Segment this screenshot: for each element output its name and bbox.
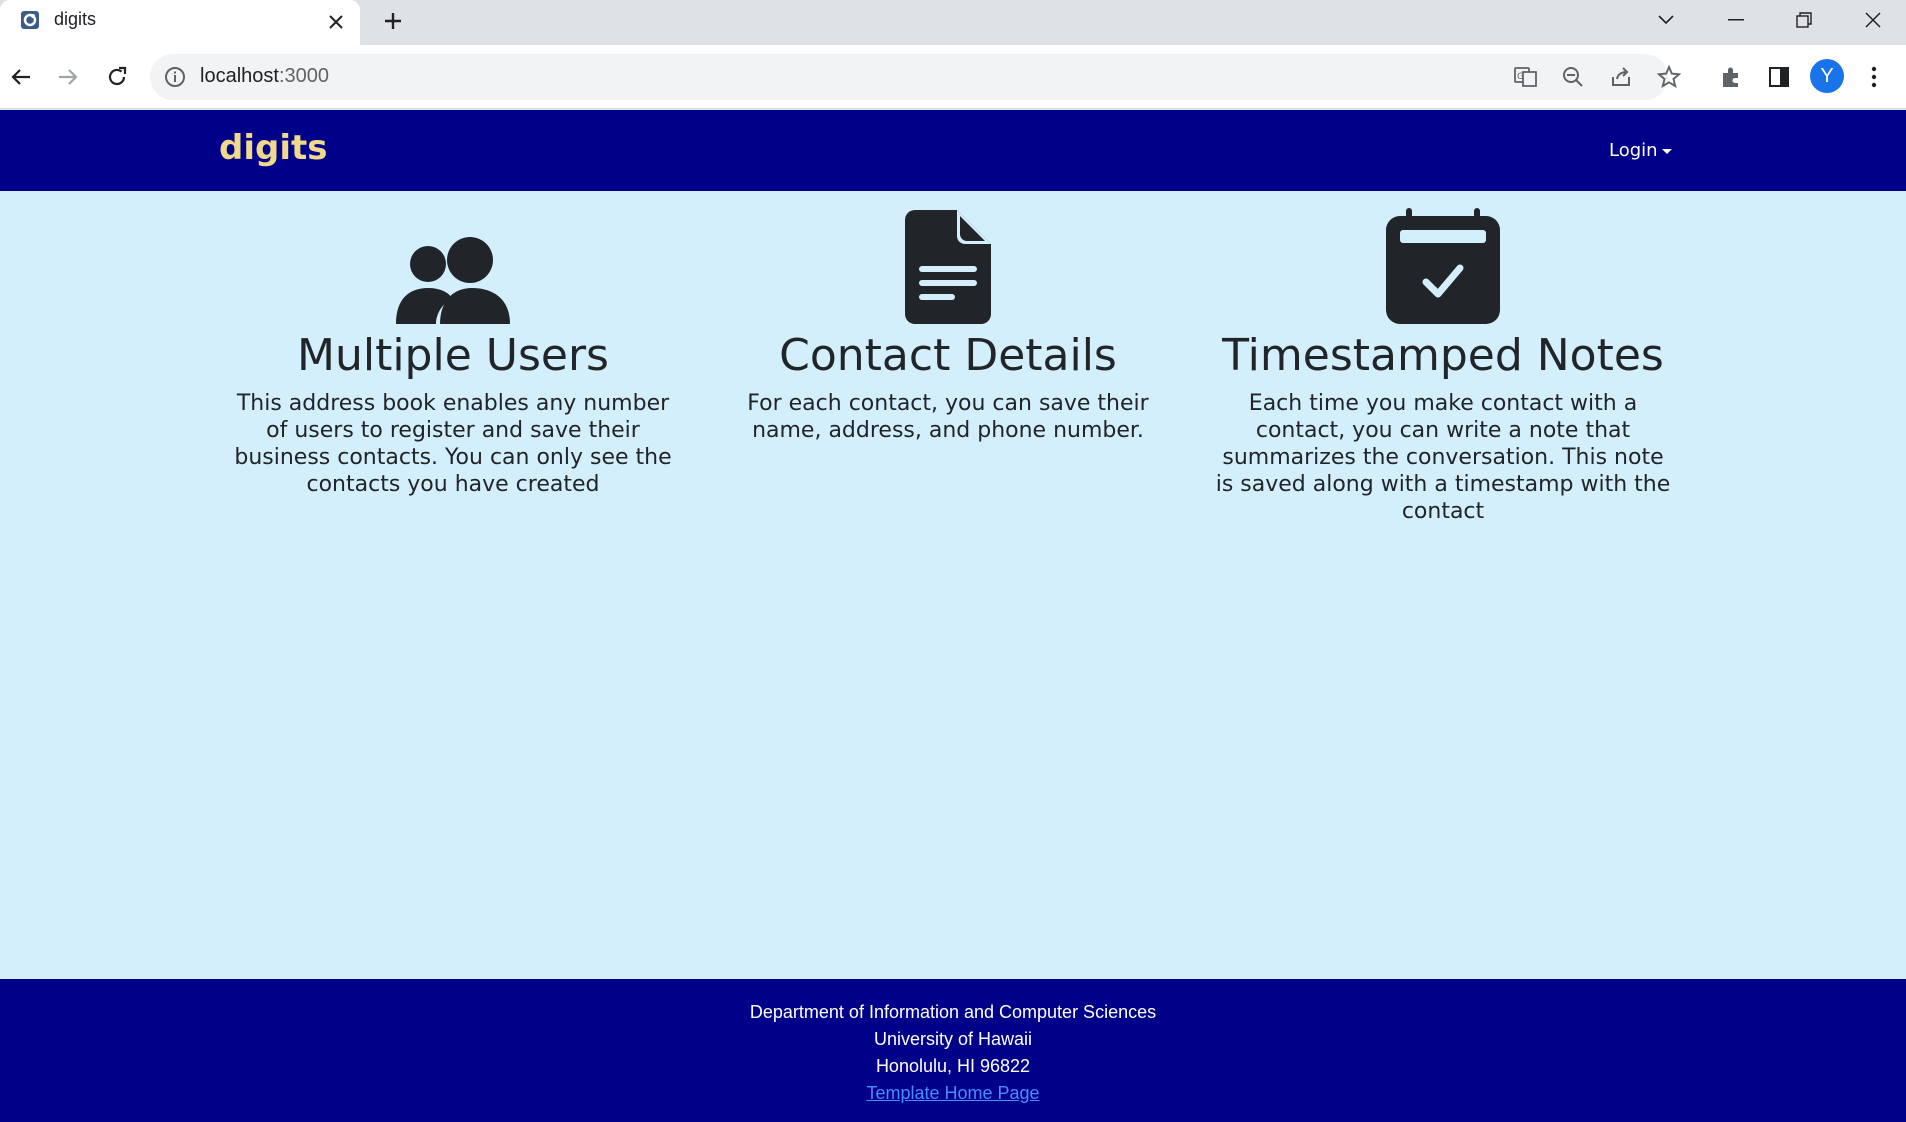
feature-text: Each time you make contact with a contac… (1215, 391, 1671, 524)
site-info-icon[interactable] (164, 66, 186, 88)
bookmark-star-icon[interactable] (1656, 64, 1682, 90)
minimize-icon[interactable] (1706, 0, 1766, 40)
feature-title: Contact Details (779, 330, 1117, 381)
file-icon (718, 206, 1178, 324)
tab-search-icon[interactable] (1636, 0, 1696, 40)
login-dropdown[interactable]: Login (1609, 140, 1672, 161)
site-footer: Department of Information and Computer S… (0, 979, 1906, 1122)
footer-department: Department of Information and Computer S… (749, 1002, 1157, 1022)
browser-tab[interactable]: digits (0, 0, 360, 45)
back-icon[interactable] (3, 59, 39, 95)
feature-timestamped-notes: Timestamped Notes Each time you make con… (1213, 206, 1673, 525)
favicon-icon (20, 10, 40, 30)
caret-down-icon (1661, 148, 1672, 154)
feature-title: Timestamped Notes (1222, 330, 1664, 381)
new-tab-button[interactable] (378, 6, 408, 36)
calendar-check-icon (1213, 206, 1673, 324)
restore-icon[interactable] (1774, 0, 1834, 40)
login-label: Login (1609, 140, 1658, 161)
url-text: localhost:3000 (200, 65, 329, 87)
template-home-link[interactable]: Template Home Page (866, 1083, 1039, 1103)
browser-tabstrip: digits (0, 0, 1906, 45)
feature-title: Multiple Users (297, 330, 609, 381)
side-panel-icon[interactable] (1761, 59, 1797, 95)
profile-avatar[interactable]: Y (1810, 59, 1844, 93)
feature-text: This address book enables any number of … (234, 391, 672, 497)
close-icon[interactable] (324, 10, 348, 34)
tab-title: digits (54, 9, 97, 29)
reload-icon[interactable] (99, 59, 135, 95)
feature-text: For each contact, you can save their nam… (747, 391, 1149, 443)
site-navbar: digits Login (0, 110, 1906, 191)
brand-logo[interactable]: digits (219, 128, 327, 168)
share-icon[interactable] (1608, 64, 1634, 90)
translate-icon[interactable]: G (1513, 64, 1539, 90)
feature-contact-details: Contact Details For each contact, you ca… (718, 206, 1178, 444)
svg-text:G: G (1517, 72, 1524, 82)
window-close-icon[interactable] (1843, 0, 1903, 40)
forward-icon[interactable] (50, 59, 86, 95)
footer-university: University of Hawaii (873, 1029, 1033, 1049)
browser-toolbar: localhost:3000 G Y (0, 45, 1906, 109)
users-icon (223, 206, 683, 324)
extensions-icon[interactable] (1713, 59, 1749, 95)
zoom-out-icon[interactable] (1560, 64, 1586, 90)
address-bar[interactable]: localhost:3000 G (150, 54, 1681, 100)
footer-address: Honolulu, HI 96822 (875, 1056, 1031, 1076)
kebab-menu-icon[interactable] (1856, 59, 1892, 95)
feature-multiple-users: Multiple Users This address book enables… (223, 206, 683, 498)
